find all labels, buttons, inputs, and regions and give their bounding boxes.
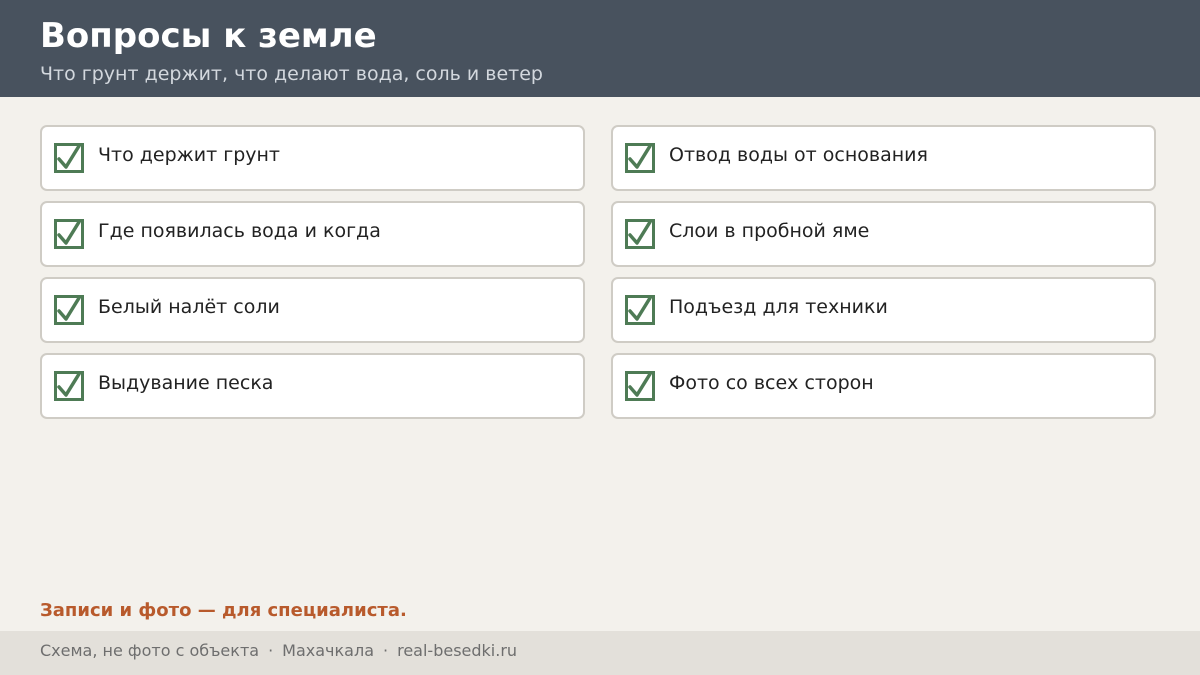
footer-city: Махачкала [282, 641, 374, 660]
checked-checkbox-icon [625, 219, 655, 249]
checklist-item[interactable]: Где появилась вода и когда [40, 201, 585, 267]
checklist-item-label: Где появилась вода и когда [98, 220, 381, 242]
checked-checkbox-icon [54, 371, 84, 401]
checklist-item-label: Фото со всех сторон [669, 372, 874, 394]
specialist-note: Записи и фото — для специалиста. [40, 600, 407, 621]
checklist-item-label: Отвод воды от основания [669, 144, 928, 166]
checklist-item[interactable]: Отвод воды от основания [611, 125, 1156, 191]
checklist-item[interactable]: Белый налёт соли [40, 277, 585, 343]
footer-text: Схема, не фото с объекта · Махачкала · real-… [40, 640, 517, 662]
checklist-item[interactable]: Слои в пробной яме [611, 201, 1156, 267]
checklist-item-label: Слои в пробной яме [669, 220, 870, 242]
page-title: Вопросы к земле [40, 16, 377, 56]
footer-site-link[interactable]: real-besedki.ru [397, 641, 517, 660]
checklist-item-label: Что держит грунт [98, 144, 280, 166]
checklist-item-label: Выдувание песка [98, 372, 274, 394]
checked-checkbox-icon [54, 295, 84, 325]
checked-checkbox-icon [625, 371, 655, 401]
checked-checkbox-icon [625, 143, 655, 173]
page-subtitle: Что грунт держит, что делают вода, соль … [40, 63, 543, 85]
checked-checkbox-icon [625, 295, 655, 325]
checklist-item[interactable]: Фото со всех сторон [611, 353, 1156, 419]
checklist-grid: Что держит грунт Отвод воды от основания… [40, 125, 1156, 419]
footer-separator: · [268, 641, 274, 660]
checked-checkbox-icon [54, 219, 84, 249]
header-banner: Вопросы к земле Что грунт держит, что де… [0, 0, 1200, 97]
footer-disclaimer: Схема, не фото с объекта [40, 641, 260, 660]
checklist-item[interactable]: Выдувание песка [40, 353, 585, 419]
checklist-item[interactable]: Что держит грунт [40, 125, 585, 191]
footer-bar: Схема, не фото с объекта · Махачкала · real-… [0, 631, 1200, 675]
checklist-item-label: Подъезд для техники [669, 296, 888, 318]
checklist-item[interactable]: Подъезд для техники [611, 277, 1156, 343]
checked-checkbox-icon [54, 143, 84, 173]
footer-separator: · [383, 641, 389, 660]
checklist-item-label: Белый налёт соли [98, 296, 280, 318]
